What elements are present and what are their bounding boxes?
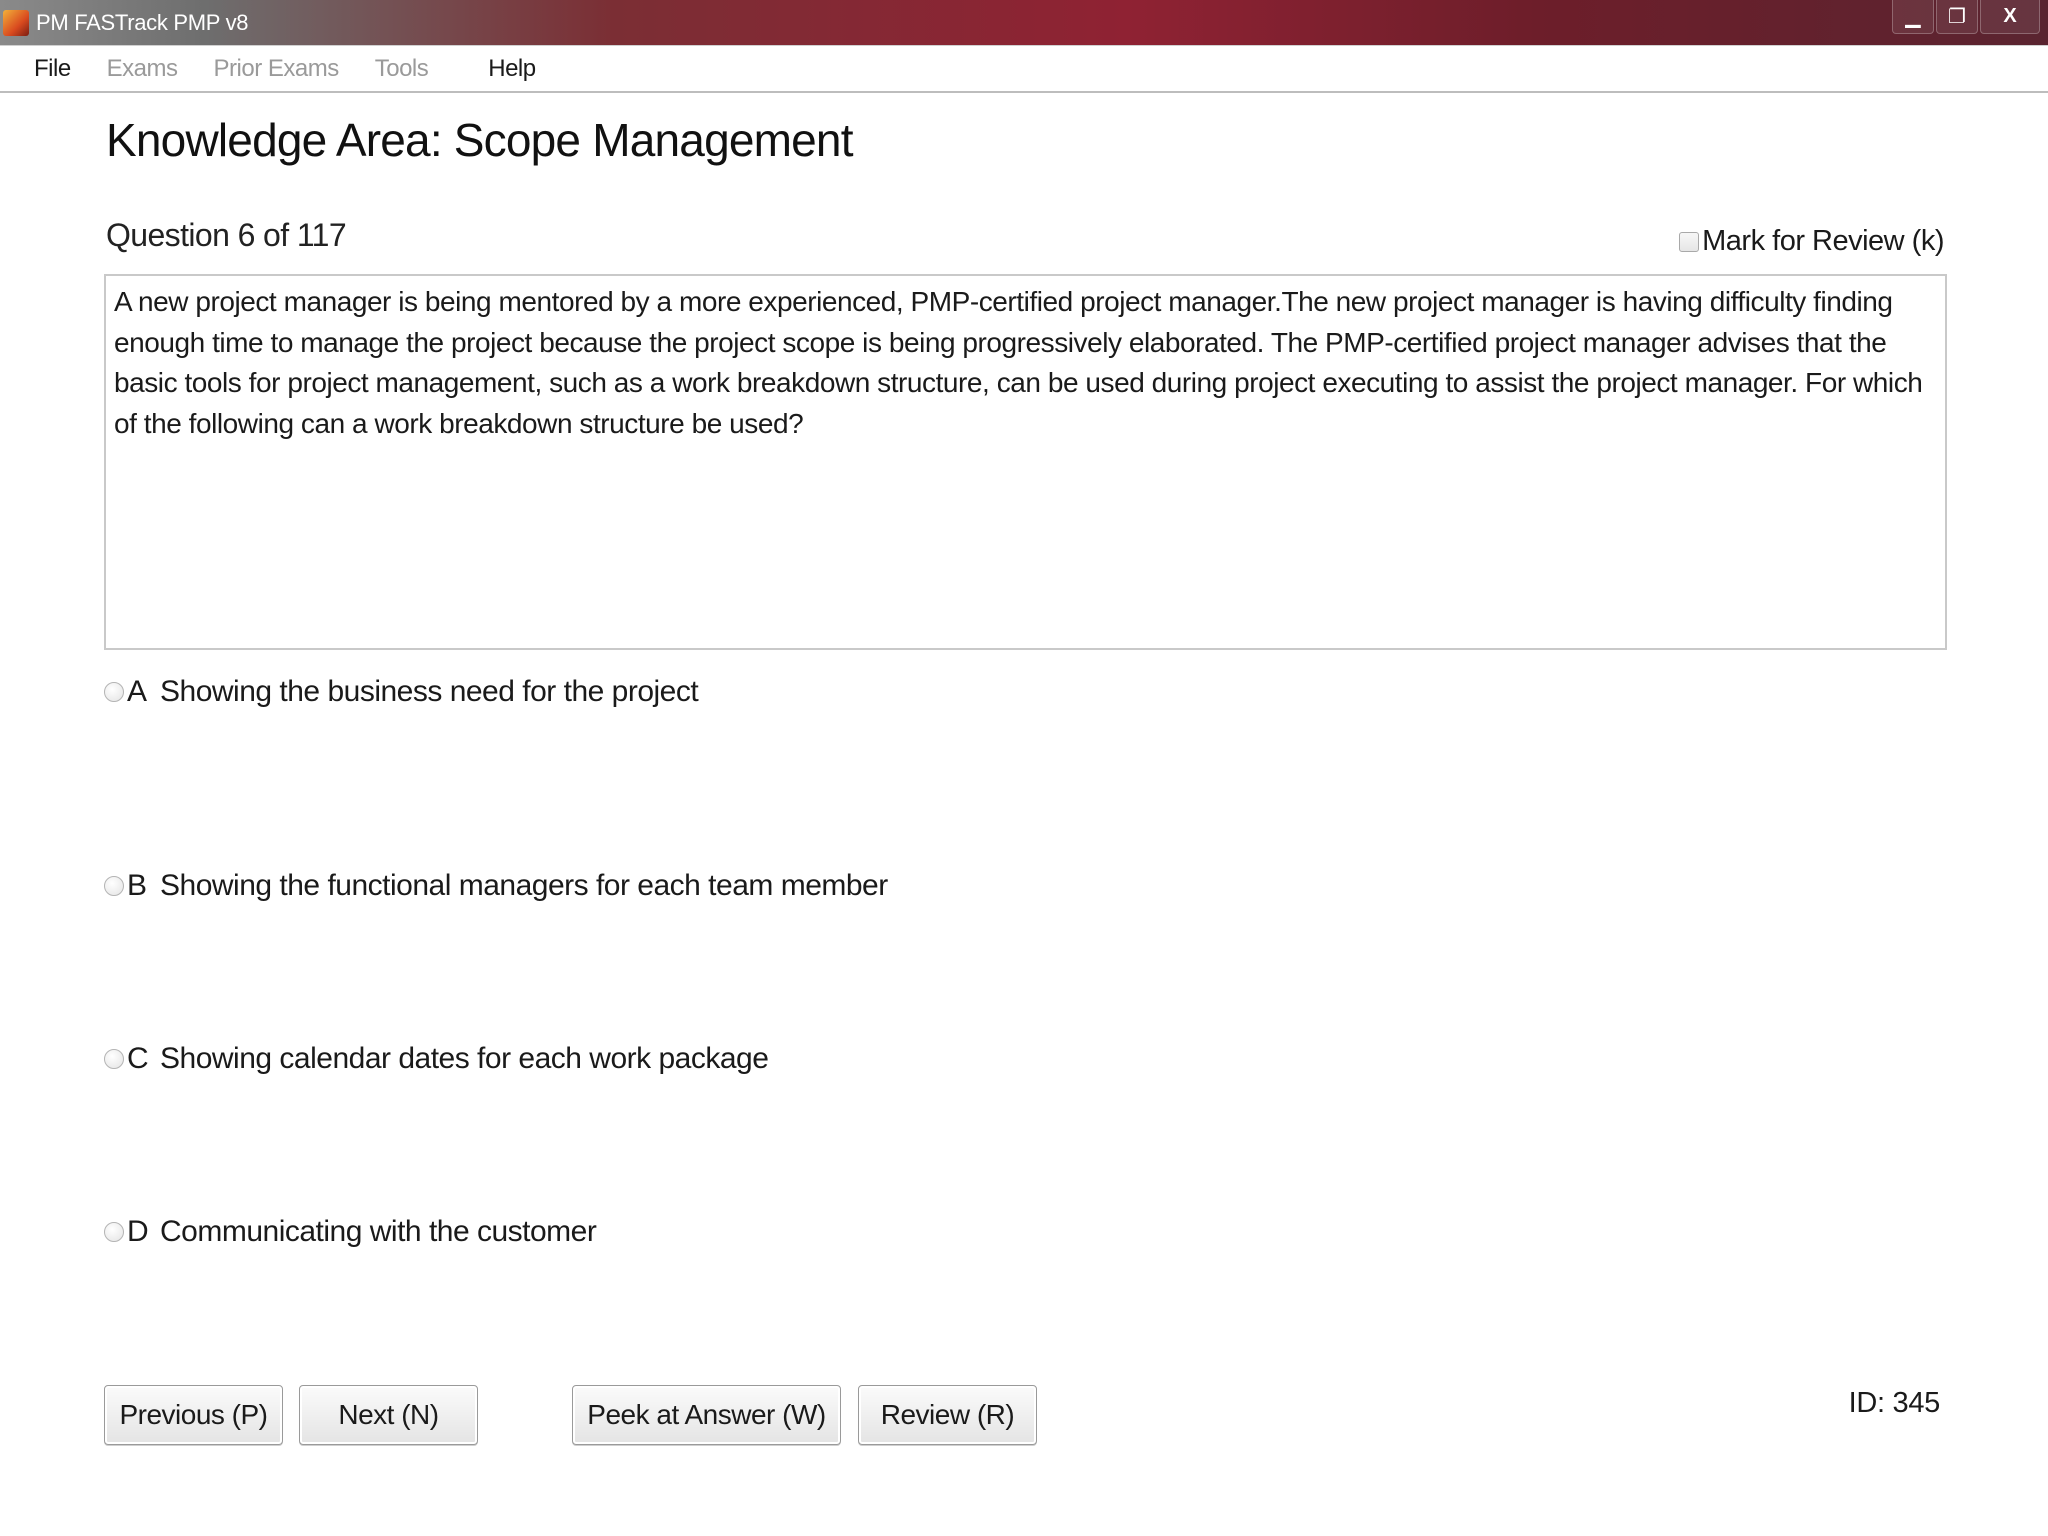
radio-d[interactable] — [104, 1222, 124, 1242]
question-counter: Question 6 of 117 — [106, 217, 347, 253]
knowledge-area-title: Knowledge Area: Scope Management — [106, 114, 854, 166]
restore-icon: ❐ — [1948, 6, 1966, 28]
peek-at-answer-button[interactable]: Peek at Answer (W) — [572, 1385, 841, 1445]
menu-tools: Tools — [374, 54, 429, 82]
mark-for-review[interactable]: Mark for Review (k) — [1679, 225, 1944, 258]
option-text: Showing calendar dates for each work pac… — [160, 1042, 769, 1075]
restore-button[interactable]: ❐ — [1936, 0, 1978, 34]
review-button[interactable]: Review (R) — [858, 1385, 1037, 1445]
answer-option-a[interactable]: A Showing the business need for the proj… — [104, 675, 699, 709]
close-button[interactable]: X — [1980, 0, 2040, 34]
close-icon: X — [2003, 5, 2017, 27]
answer-option-d[interactable]: D Communicating with the customer — [104, 1215, 597, 1249]
minimize-icon: ▁ — [1905, 6, 1921, 28]
next-button[interactable]: Next (N) — [299, 1385, 478, 1445]
app-icon — [3, 9, 29, 36]
window-controls: ▁ ❐ X — [1890, 0, 2040, 36]
option-text: Communicating with the customer — [160, 1215, 597, 1248]
title-bar: PM FASTrack PMP v8 ▁ ❐ X — [0, 0, 2048, 45]
option-text: Showing the business need for the projec… — [160, 675, 699, 708]
option-text: Showing the functional managers for each… — [160, 869, 888, 902]
minimize-button[interactable]: ▁ — [1892, 0, 1934, 34]
option-letter: C — [127, 1042, 149, 1075]
mark-for-review-checkbox[interactable] — [1679, 231, 1700, 252]
exam-panel: Knowledge Area: Scope Management Questio… — [104, 93, 1947, 1536]
option-letter: B — [127, 869, 147, 902]
menu-help[interactable]: Help — [470, 55, 553, 83]
option-letter: A — [127, 675, 147, 708]
menu-bar: File Exams Prior Exams Tools Help — [0, 45, 2048, 93]
window-title: PM FASTrack PMP v8 — [36, 9, 249, 35]
menu-exams: Exams — [106, 54, 178, 82]
radio-b[interactable] — [104, 876, 124, 896]
question-text-box: A new project manager is being mentored … — [104, 274, 1947, 650]
answer-option-b[interactable]: B Showing the functional managers for ea… — [104, 869, 888, 903]
radio-a[interactable] — [104, 682, 124, 702]
previous-button[interactable]: Previous (P) — [104, 1385, 283, 1445]
option-letter: D — [127, 1215, 149, 1248]
menu-prior-exams: Prior Exams — [213, 54, 340, 82]
mark-for-review-label: Mark for Review (k) — [1702, 225, 1944, 257]
menu-file[interactable]: File — [0, 55, 89, 83]
answer-option-c[interactable]: C Showing calendar dates for each work p… — [104, 1042, 769, 1076]
radio-c[interactable] — [104, 1049, 124, 1069]
question-id: ID: 345 — [1848, 1387, 1941, 1419]
